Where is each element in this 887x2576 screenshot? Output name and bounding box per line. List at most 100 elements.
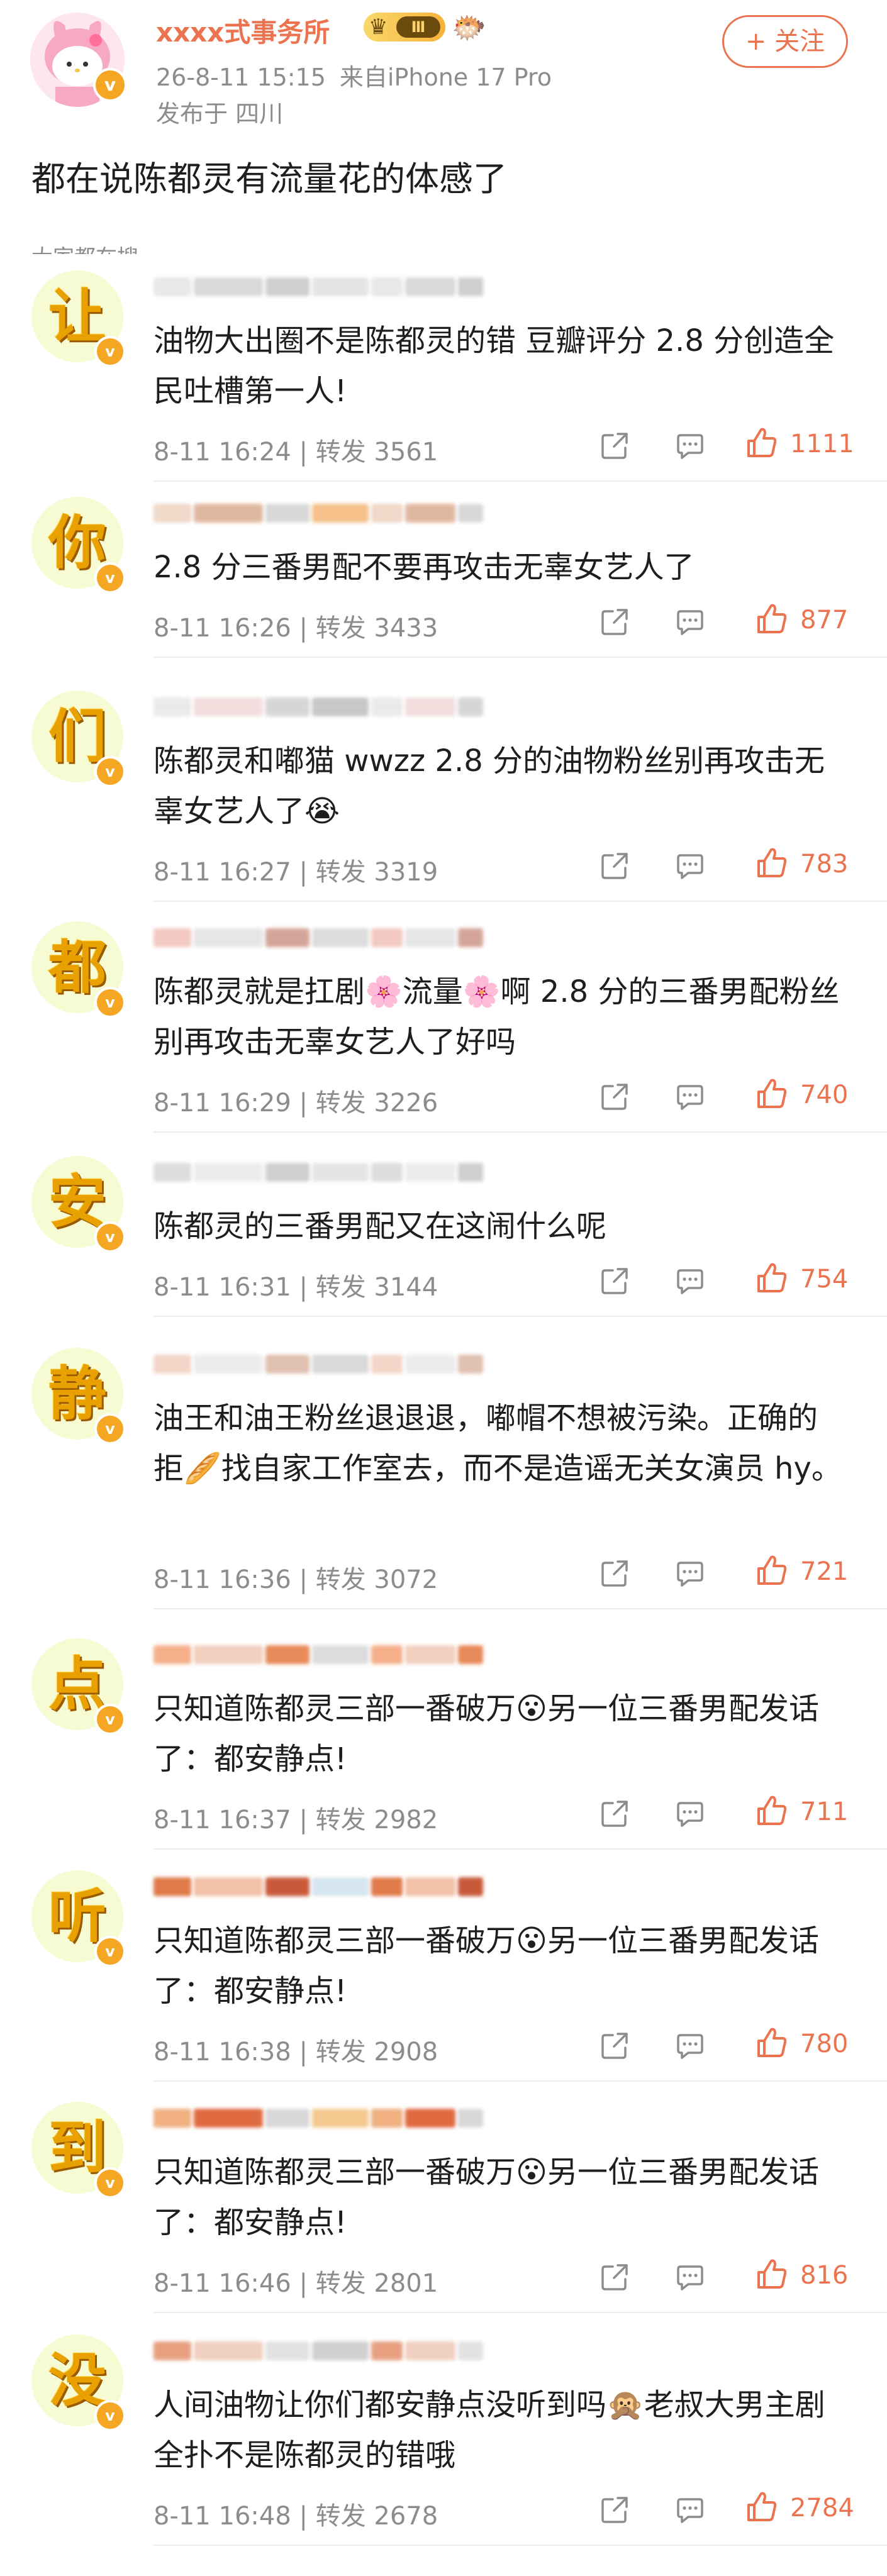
comment-username-blurred[interactable] — [153, 1158, 486, 1186]
blurred-name-segment — [312, 1355, 369, 1374]
vip-v-icon: v — [94, 1413, 126, 1445]
blurred-name-segment — [458, 928, 483, 947]
like-button[interactable]: 783 — [755, 845, 848, 883]
like-button[interactable]: 780 — [755, 2025, 848, 2063]
vip-v-icon: v — [94, 2400, 126, 2431]
comment-divider — [153, 657, 887, 658]
like-button[interactable]: 877 — [755, 601, 848, 639]
blurred-name-segment — [405, 2109, 455, 2128]
like-button[interactable]: 740 — [755, 1076, 848, 1114]
share-icon[interactable] — [599, 1798, 630, 1829]
like-count: 711 — [800, 1797, 849, 1826]
blurred-name-segment — [312, 277, 369, 296]
post-meta: 26-8-11 15:15 来自iPhone 17 Pro — [156, 58, 552, 92]
comment-username-blurred[interactable] — [153, 273, 486, 301]
blurred-name-segment — [153, 697, 191, 716]
comment-icon[interactable] — [674, 1798, 706, 1829]
comment-icon[interactable] — [674, 850, 706, 882]
comment-icon[interactable] — [674, 2030, 706, 2062]
comment-divider — [153, 1316, 887, 1317]
post-location: 发布于 四川 — [156, 100, 284, 128]
comment-icon[interactable] — [674, 1081, 706, 1113]
vip-v-icon: v — [94, 562, 126, 594]
comment-icon[interactable] — [674, 1265, 706, 1297]
blurred-name-segment — [458, 1163, 483, 1182]
share-icon[interactable] — [599, 1558, 630, 1589]
share-icon[interactable] — [599, 2030, 630, 2062]
share-icon[interactable] — [599, 1265, 630, 1297]
comment-icon[interactable] — [674, 2494, 706, 2526]
like-button[interactable]: 711 — [755, 1793, 848, 1831]
comment-time-reposts: 8-11 16:26 | 转发 3433 — [153, 614, 438, 643]
comment-username-blurred[interactable] — [153, 1873, 486, 1901]
comment-divider — [153, 901, 887, 902]
blurred-name-segment — [194, 697, 263, 716]
comment-icon[interactable] — [674, 606, 706, 638]
comment-time-reposts: 8-11 16:29 | 转发 3226 — [153, 1089, 438, 1118]
blurred-name-segment — [458, 697, 483, 716]
blurred-name-segment — [265, 1355, 310, 1374]
blurred-name-segment — [194, 504, 263, 523]
comment-text: 只知道陈都灵三部一番破万😮另一位三番男配发话了：都安静点! — [153, 2155, 820, 2240]
post-text: 都在说陈都灵有流量花的体感了 — [31, 159, 507, 199]
blurred-name-segment — [405, 928, 455, 947]
thumbs-up-icon — [755, 1077, 789, 1113]
comment-footer: 8-11 16:27 | 转发 3319 783 — [153, 845, 883, 887]
vip-v-icon: v — [94, 2167, 126, 2199]
comment-icon[interactable] — [674, 2262, 706, 2293]
comment-username-blurred[interactable] — [153, 499, 486, 527]
comment-username-blurred[interactable] — [153, 1350, 486, 1378]
blurred-name-segment — [458, 2341, 483, 2360]
blurred-name-segment — [153, 1877, 191, 1896]
comment-footer: 8-11 16:24 | 转发 3561 1111 — [153, 425, 883, 467]
thumbs-up-icon — [755, 1794, 789, 1830]
weibo-post-page: v xxxx式事务所 ♛ Ⅲ 🐡 26-8-11 15:15 来自iPhone 1… — [0, 0, 887, 2576]
blurred-name-segment — [265, 2341, 310, 2360]
comment-icon[interactable] — [674, 430, 706, 462]
like-count: 754 — [800, 1265, 849, 1294]
comment-footer: 8-11 16:38 | 转发 2908 780 — [153, 2025, 883, 2067]
author-name[interactable]: xxxx式事务所 — [156, 11, 330, 50]
like-count: 783 — [800, 850, 849, 879]
blurred-name-segment — [265, 2109, 310, 2128]
like-button[interactable]: 2784 — [745, 2489, 854, 2527]
comment-username-blurred[interactable] — [153, 693, 486, 721]
blurred-name-segment — [371, 928, 403, 947]
share-icon[interactable] — [599, 850, 630, 882]
post-source: 来自iPhone 17 Pro — [339, 64, 552, 91]
comment-icon[interactable] — [674, 1558, 706, 1589]
share-icon[interactable] — [599, 2262, 630, 2293]
share-icon[interactable] — [599, 2494, 630, 2526]
comment-text: 陈都灵和嘟猫 wwzz 2.8 分的油物粉丝别再攻击无辜女艺人了😭 — [153, 743, 825, 829]
blurred-name-segment — [194, 1877, 263, 1896]
like-count: 816 — [800, 2261, 849, 2290]
blurred-name-segment — [153, 504, 191, 523]
crown-icon: ♛ — [369, 14, 388, 40]
share-icon[interactable] — [599, 430, 630, 462]
comment-username-blurred[interactable] — [153, 2104, 486, 2132]
share-icon[interactable] — [599, 1081, 630, 1113]
like-button[interactable]: 754 — [755, 1260, 848, 1298]
comment-username-blurred[interactable] — [153, 1641, 486, 1668]
blurred-name-segment — [153, 1355, 191, 1374]
like-button[interactable]: 721 — [755, 1553, 848, 1591]
like-button[interactable]: 1111 — [745, 425, 854, 463]
blurred-name-segment — [405, 277, 455, 296]
vip-v-icon: v — [94, 1704, 126, 1735]
blurred-name-segment — [265, 504, 310, 523]
comment-username-blurred[interactable] — [153, 924, 486, 952]
thumbs-up-icon — [755, 2257, 789, 2294]
blurred-name-segment — [312, 2341, 369, 2360]
comment-time-reposts: 8-11 16:24 | 转发 3561 — [153, 438, 438, 467]
comment-username-blurred[interactable] — [153, 2337, 486, 2365]
follow-button[interactable]: + 关注 — [722, 15, 848, 68]
blurred-name-segment — [265, 1877, 310, 1896]
comment-footer: 8-11 16:29 | 转发 3226 740 — [153, 1076, 883, 1118]
share-icon[interactable] — [599, 606, 630, 638]
comment-divider — [153, 480, 887, 482]
blurred-name-segment — [458, 504, 483, 523]
blurred-name-segment — [153, 2341, 191, 2360]
blurred-name-segment — [153, 1645, 191, 1664]
like-button[interactable]: 816 — [755, 2257, 848, 2294]
comment-time-reposts: 8-11 16:48 | 转发 2678 — [153, 2502, 438, 2531]
